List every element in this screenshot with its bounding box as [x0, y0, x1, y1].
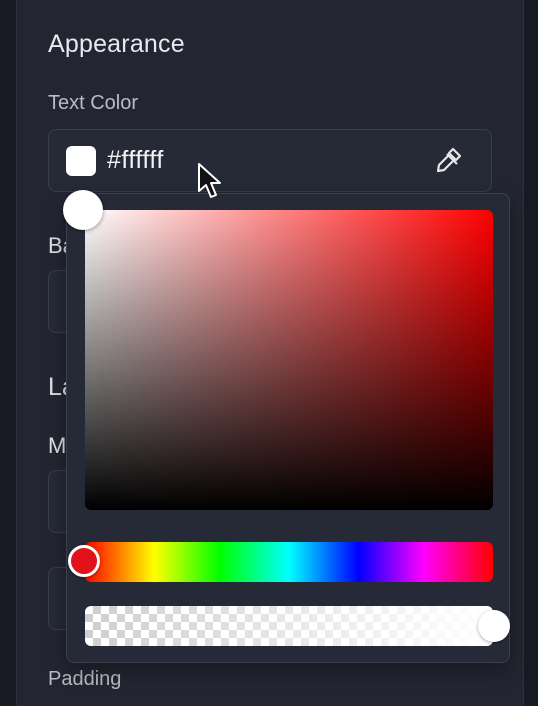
hue-slider-handle[interactable]	[68, 545, 100, 577]
margin-label: M	[48, 433, 67, 458]
color-picker-popover	[66, 193, 510, 663]
text-color-label: Text Color	[48, 92, 139, 114]
padding-label: Padding	[48, 668, 122, 690]
alpha-slider[interactable]	[85, 606, 493, 646]
text-color-hex[interactable]: #ffffff	[107, 146, 164, 175]
eyedropper-icon[interactable]	[431, 144, 465, 178]
alpha-slider-handle[interactable]	[478, 610, 510, 642]
appearance-section-title: Appearance	[48, 30, 185, 58]
hue-slider[interactable]	[85, 542, 493, 582]
saturation-value-handle[interactable]	[63, 190, 103, 230]
saturation-value-area[interactable]	[85, 210, 493, 510]
text-color-swatch[interactable]	[66, 146, 96, 176]
mouse-pointer-icon	[198, 163, 221, 198]
text-color-input[interactable]: #ffffff	[48, 129, 492, 192]
